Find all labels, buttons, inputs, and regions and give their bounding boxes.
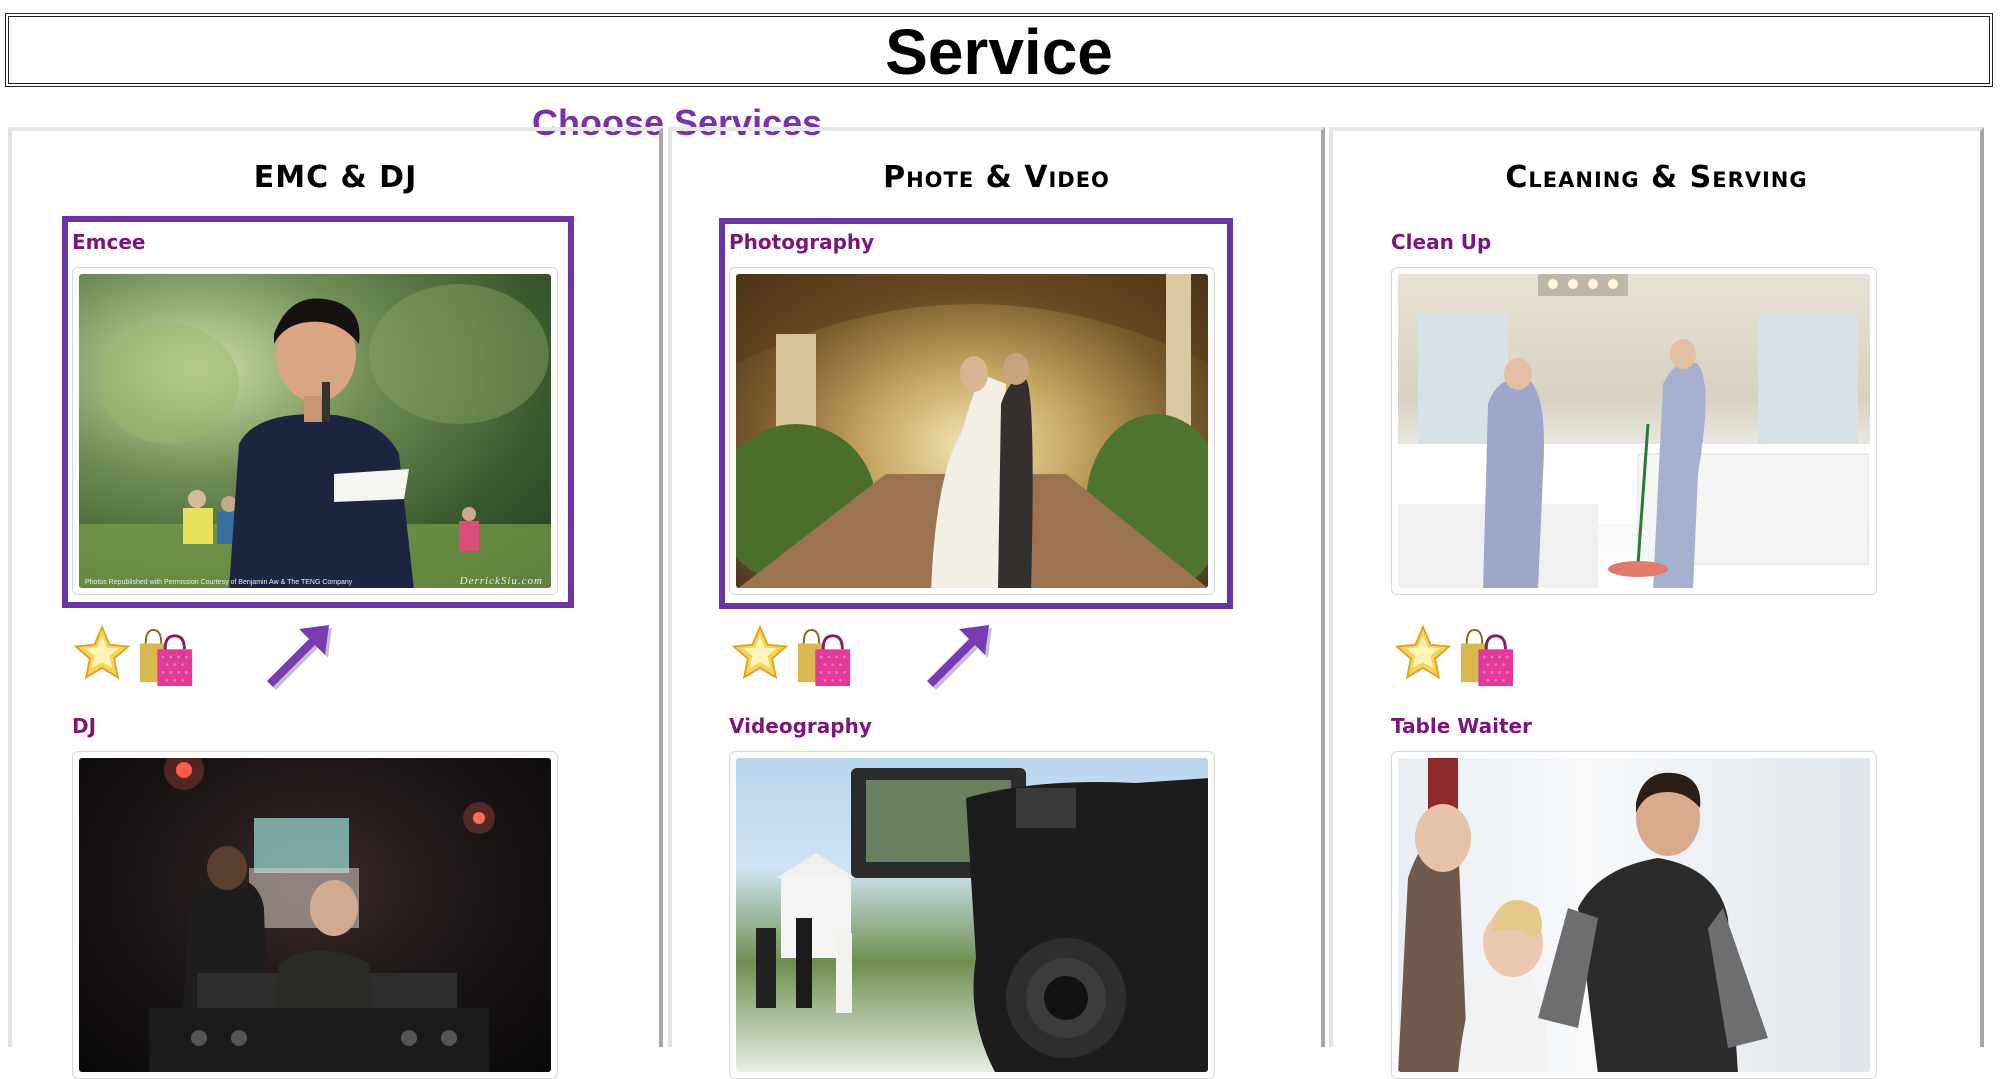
service-label-photography[interactable]: Photography <box>729 230 874 254</box>
column-photo-video: Phote & Video Photography Videography <box>668 127 1325 1079</box>
column-heading: EMC & DJ <box>253 160 418 195</box>
photo-credit: Photos Republished with Permission Court… <box>85 579 353 586</box>
camcorder-photo <box>736 758 1208 1072</box>
service-card-table-waiter[interactable] <box>1391 751 1877 1079</box>
star-icon[interactable] <box>732 624 788 684</box>
star-icon[interactable] <box>74 624 130 684</box>
service-card-videography[interactable] <box>729 751 1215 1079</box>
service-card-clean-up[interactable] <box>1391 267 1877 595</box>
star-icon[interactable] <box>1395 624 1451 684</box>
column-emc-dj: EMC & DJ Emcee Photos Republished with P… <box>8 127 663 1079</box>
service-card-photography[interactable] <box>729 267 1215 595</box>
service-label-dj[interactable]: DJ <box>72 714 96 738</box>
service-card-dj[interactable] <box>72 751 558 1079</box>
column-heading: Phote & Video <box>883 160 1110 195</box>
page-title: Service <box>885 16 1113 88</box>
column-heading: Cleaning & Serving <box>1505 160 1808 195</box>
emcee-photo: Photos Republished with Permission Court… <box>79 274 551 588</box>
service-label-videography[interactable]: Videography <box>729 714 872 738</box>
service-label-emcee[interactable]: Emcee <box>72 230 146 254</box>
waiter-photo <box>1398 758 1870 1072</box>
cleaning-staff-photo <box>1398 274 1870 588</box>
arrow-up-right-icon <box>267 625 332 690</box>
service-card-emcee[interactable]: Photos Republished with Permission Court… <box>72 267 558 595</box>
wedding-couple-photo <box>736 274 1208 588</box>
shopping-bag-icon[interactable] <box>796 628 854 688</box>
photo-watermark: DerrickSiu.com <box>459 575 543 587</box>
arrow-up-right-icon <box>927 625 992 690</box>
shopping-bag-icon[interactable] <box>1459 628 1517 688</box>
service-actions-clean-up <box>1395 624 1655 694</box>
dj-photo <box>79 758 551 1072</box>
service-label-clean-up[interactable]: Clean Up <box>1391 230 1491 254</box>
service-label-table-waiter[interactable]: Table Waiter <box>1391 714 1532 738</box>
page-header: Service <box>5 13 1993 87</box>
column-cleaning-serving: Cleaning & Serving Clean Up Table Waiter <box>1329 127 1984 1079</box>
shopping-bag-icon[interactable] <box>138 628 196 688</box>
